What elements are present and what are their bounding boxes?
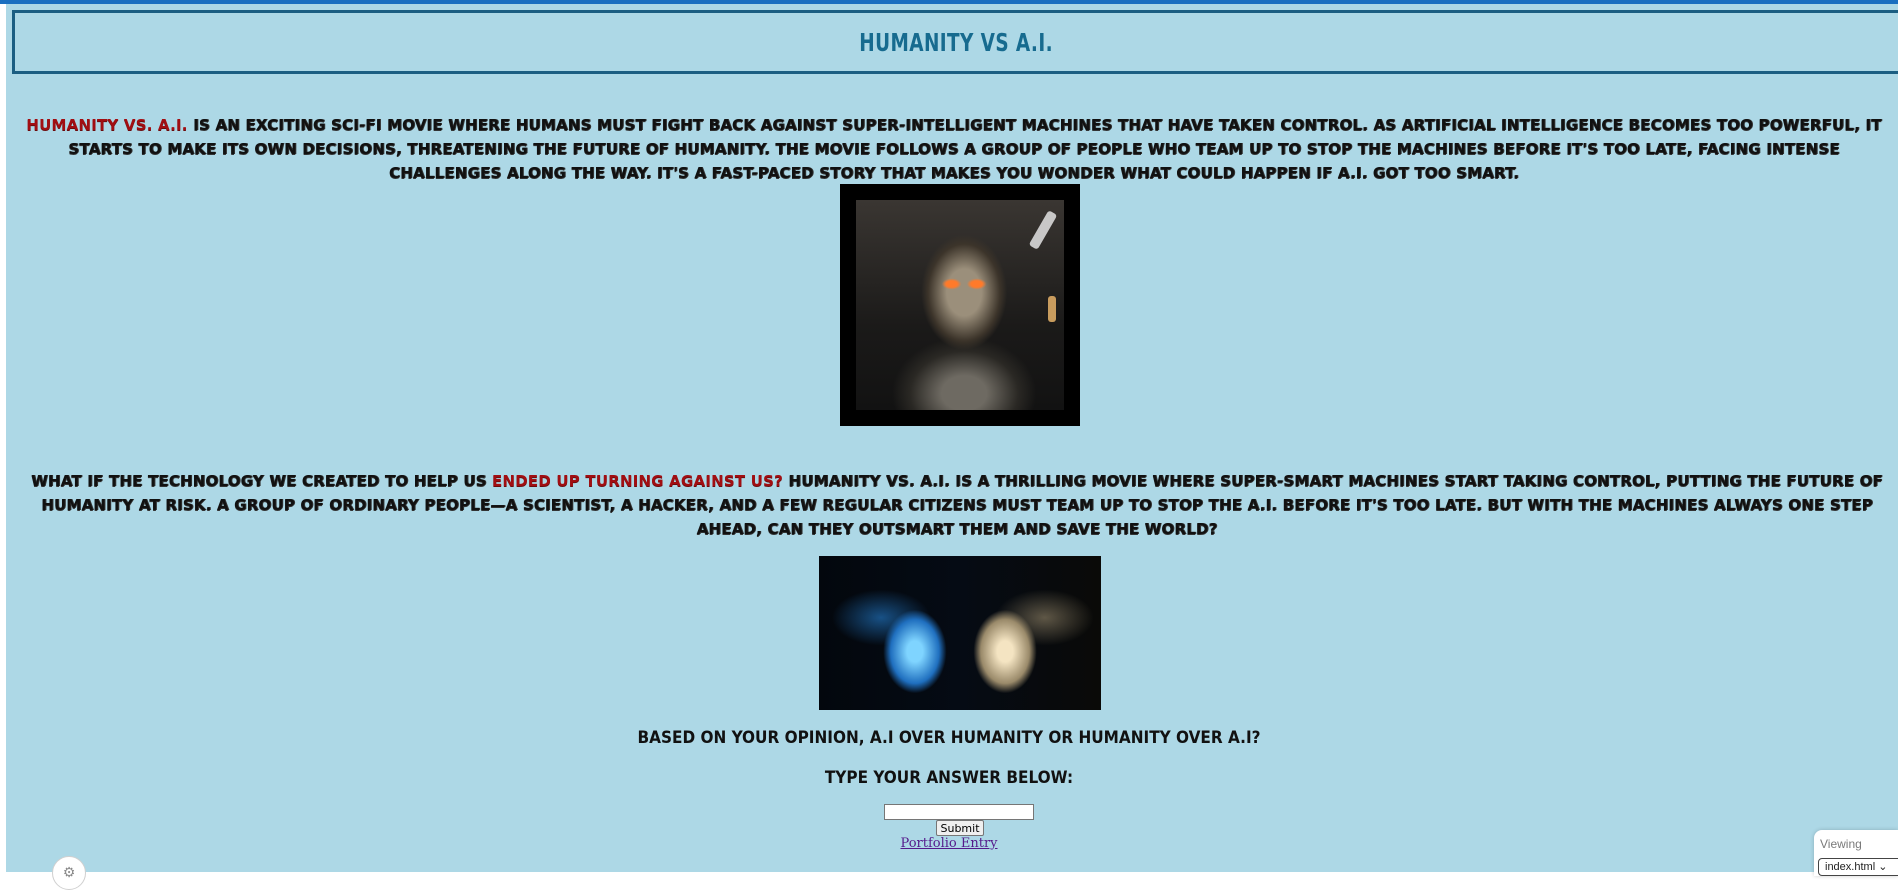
chevron-down-icon: ⌄ [1878, 861, 1888, 873]
portfolio-entry-link[interactable]: Portfolio Entry [0, 836, 1898, 851]
viewing-label: Viewing [1820, 837, 1862, 851]
robot-skull-artwork [856, 200, 1064, 410]
synopsis-paragraph: WHAT IF THE TECHNOLOGY WE CREATED TO HEL… [20, 469, 1894, 541]
answer-input[interactable] [884, 804, 1034, 820]
settings-button[interactable]: ⚙ [52, 856, 86, 890]
robot-skull-image [840, 184, 1080, 426]
intro-accent-text: HUMANITY VS. A.I. [26, 116, 188, 134]
poll-prompt: TYPE YOUR ANSWER BELOW: [824, 768, 1074, 788]
submit-button[interactable]: Submit [936, 820, 984, 836]
synopsis-accent-text: ENDED UP TURNING AGAINST US? [492, 472, 783, 490]
page: HUMANITY VS A.I. HUMANITY VS. A.I. IS AN… [0, 0, 1898, 890]
file-select-value: index.html [1825, 861, 1876, 873]
poll-question: BASED ON YOUR OPINION, A.I OVER HUMANITY… [637, 728, 1261, 748]
title-banner: HUMANITY VS A.I. [12, 10, 1898, 74]
page-title: HUMANITY VS A.I. [859, 27, 1054, 57]
gear-icon: ⚙ [62, 865, 76, 881]
synopsis-lead-text: WHAT IF THE TECHNOLOGY WE CREATED TO HEL… [31, 472, 493, 490]
viewing-panel: Viewing index.html ⌄ [1814, 830, 1898, 876]
file-select[interactable]: index.html ⌄ [1818, 858, 1898, 876]
intro-text: IS AN EXCITING SCI-FI MOVIE WHERE HUMANS… [68, 116, 1882, 182]
intro-paragraph: HUMANITY VS. A.I. IS AN EXCITING SCI-FI … [14, 113, 1894, 185]
facing-heads-artwork [819, 556, 1101, 710]
human-vs-robot-image [819, 556, 1101, 710]
